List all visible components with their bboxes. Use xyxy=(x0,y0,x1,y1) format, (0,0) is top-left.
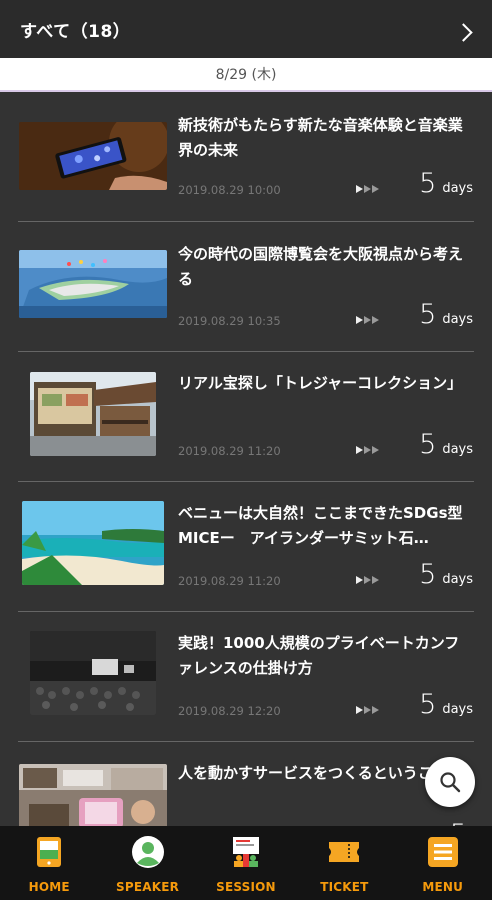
list-item[interactable]: リアル宝探し「トレジャーコレクション」 2019.08.29 11:20 5 d… xyxy=(0,352,492,482)
play-arrows-icon xyxy=(356,316,379,324)
session-time: 2019.08.29 11:20 xyxy=(178,444,281,458)
list-item[interactable]: 今の時代の国際博覧会を大阪視点から考える 2019.08.29 10:35 5 … xyxy=(0,222,492,352)
play-arrows-icon xyxy=(356,706,379,714)
nav-home-label: HOME xyxy=(28,880,70,894)
days-number: 5 xyxy=(419,299,437,330)
session-title: ベニューは大自然！ここまできたSDGs型MICEー アイランダーサミット石… xyxy=(178,504,463,547)
bottom-nav: HOME SPEAKER SESSION TICKET MENU xyxy=(0,826,492,900)
days-counter: 5 days xyxy=(419,429,473,460)
date-bar[interactable]: 8/29 (木) xyxy=(0,58,492,92)
list-item[interactable]: 実践！1000人規模のプライベートカンファレンスの仕掛け方 2019.08.29… xyxy=(0,612,492,742)
nav-home[interactable]: HOME xyxy=(0,826,98,900)
session-title: 今の時代の国際博覧会を大阪視点から考える xyxy=(178,245,464,288)
ticket-icon xyxy=(326,834,362,870)
days-number: 5 xyxy=(419,168,437,199)
nav-session-label: SESSION xyxy=(216,880,276,894)
days-number: 5 xyxy=(419,689,437,720)
page-title: すべて（18） xyxy=(20,21,131,42)
session-thumbnail xyxy=(22,501,164,585)
search-icon xyxy=(440,772,461,793)
days-unit: days xyxy=(442,312,473,327)
days-unit: days xyxy=(442,442,473,457)
session-thumbnail xyxy=(19,122,167,190)
home-icon xyxy=(31,834,67,870)
days-counter: 5 days xyxy=(419,168,473,199)
session-thumbnail xyxy=(19,764,167,826)
chevron-right-icon[interactable] xyxy=(454,23,473,42)
nav-speaker[interactable]: SPEAKER xyxy=(98,826,196,900)
nav-speaker-label: SPEAKER xyxy=(116,880,180,894)
nav-session[interactable]: SESSION xyxy=(197,826,295,900)
nav-ticket[interactable]: TICKET xyxy=(295,826,393,900)
nav-menu-label: MENU xyxy=(422,880,464,894)
session-icon xyxy=(228,834,264,870)
session-time: 2019.08.29 11:20 xyxy=(178,574,281,588)
session-title: リアル宝探し「トレジャーコレクション」 xyxy=(178,374,463,392)
play-arrows-icon xyxy=(356,446,379,454)
session-time: 2019.08.29 10:35 xyxy=(178,314,281,328)
days-counter: 5 days xyxy=(419,689,473,720)
session-time: 2019.08.29 12:20 xyxy=(178,704,281,718)
list-item[interactable]: 新技術がもたらす新たな音楽体験と音楽業界の未来 2019.08.29 10:00… xyxy=(0,92,492,222)
session-thumbnail xyxy=(30,372,156,456)
days-number: 5 xyxy=(419,559,437,590)
menu-icon xyxy=(425,834,461,870)
days-counter: 5 days xyxy=(419,299,473,330)
speaker-icon xyxy=(130,834,166,870)
header: すべて（18） xyxy=(0,0,492,58)
search-button[interactable] xyxy=(425,757,475,807)
nav-menu[interactable]: MENU xyxy=(394,826,492,900)
days-counter: 5 days xyxy=(419,559,473,590)
session-title: 実践！1000人規模のプライベートカンファレンスの仕掛け方 xyxy=(178,634,460,677)
session-title: 新技術がもたらす新たな音楽体験と音楽業界の未来 xyxy=(178,116,463,159)
days-unit: days xyxy=(442,181,473,196)
play-arrows-icon xyxy=(356,576,379,584)
session-thumbnail xyxy=(30,631,156,715)
days-number: 5 xyxy=(450,819,467,826)
session-thumbnail xyxy=(19,250,167,318)
play-arrows-icon xyxy=(356,185,379,193)
nav-ticket-label: TICKET xyxy=(320,880,369,894)
list-item[interactable]: 人を動かすサービスをつくるということ 5 xyxy=(0,742,492,826)
days-counter: 5 xyxy=(450,819,473,826)
session-list: 新技術がもたらす新たな音楽体験と音楽業界の未来 2019.08.29 10:00… xyxy=(0,92,492,826)
days-unit: days xyxy=(442,572,473,587)
date-label: 8/29 (木) xyxy=(215,67,277,83)
session-time: 2019.08.29 10:00 xyxy=(178,183,281,197)
list-item[interactable]: ベニューは大自然！ここまできたSDGs型MICEー アイランダーサミット石… 2… xyxy=(0,482,492,612)
days-unit: days xyxy=(442,702,473,717)
days-number: 5 xyxy=(419,429,437,460)
